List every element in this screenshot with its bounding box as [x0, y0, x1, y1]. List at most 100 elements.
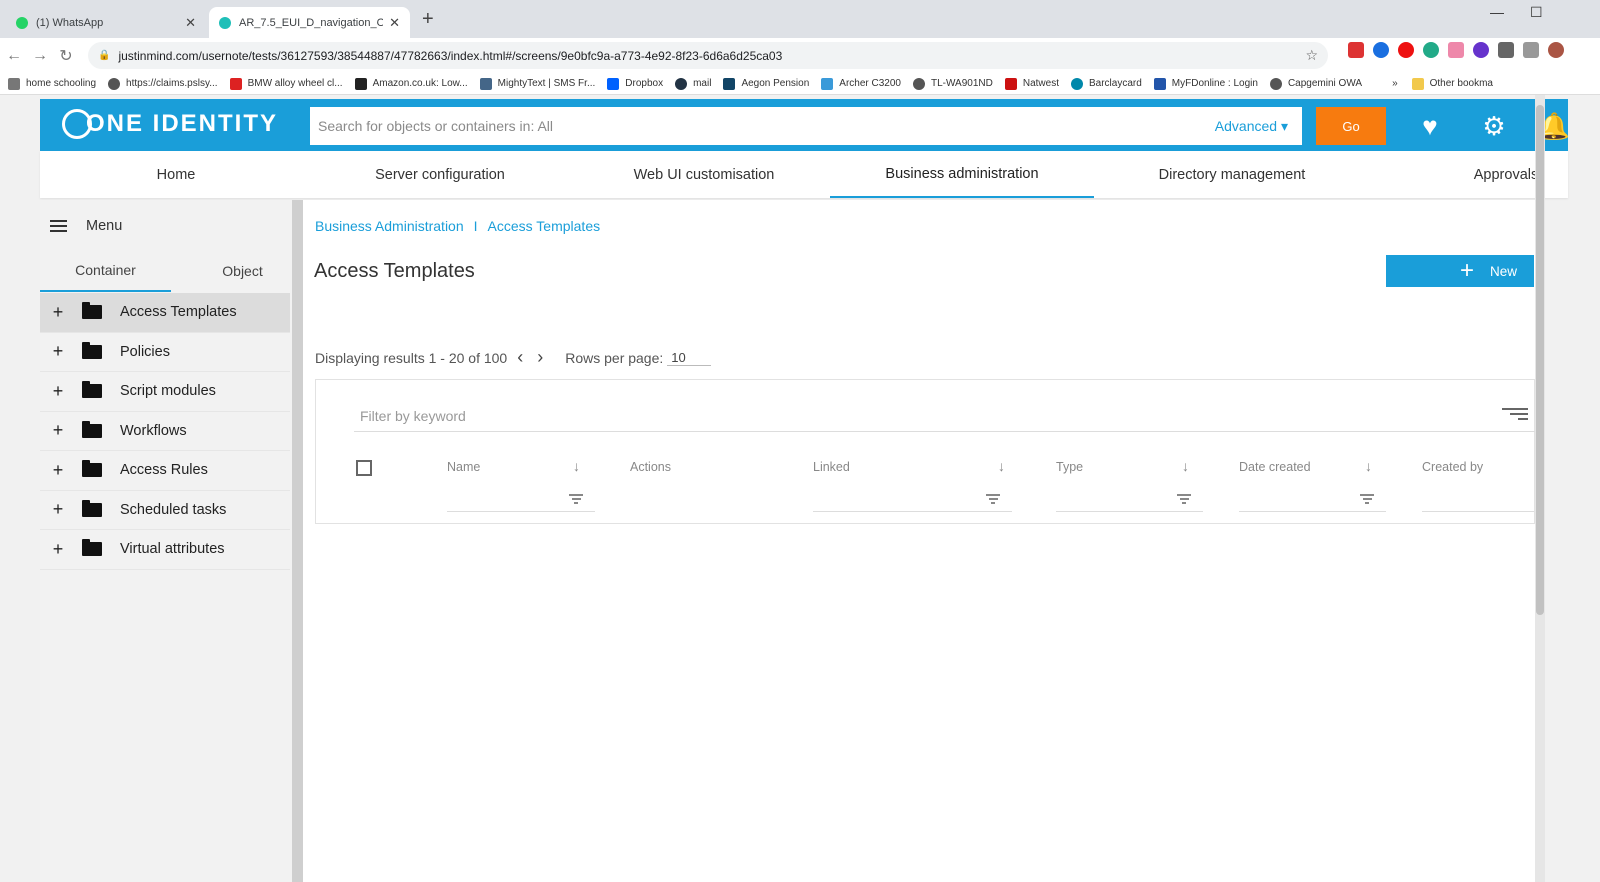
- puzzle-icon[interactable]: [1498, 42, 1514, 58]
- close-icon[interactable]: ✕: [389, 15, 400, 31]
- bookmark[interactable]: TL-WA901ND: [912, 77, 993, 90]
- maximize-icon[interactable]: ☐: [1530, 4, 1543, 21]
- column-actions[interactable]: Actions: [630, 460, 671, 474]
- filter-settings-icon[interactable]: [1502, 408, 1528, 422]
- bookmark[interactable]: Barclaycard: [1070, 77, 1142, 90]
- new-button[interactable]: + New: [1386, 255, 1534, 287]
- gear-icon[interactable]: ⚙: [1462, 107, 1526, 145]
- rows-per-page-select[interactable]: 10: [667, 350, 712, 366]
- avatar[interactable]: [1548, 42, 1564, 58]
- nav-business-administration[interactable]: Business administration: [830, 151, 1094, 198]
- sort-arrow-icon[interactable]: ↓: [573, 458, 580, 474]
- menu-toggle[interactable]: Menu: [50, 218, 122, 234]
- apps-grid-icon[interactable]: [1448, 42, 1464, 58]
- keyword-filter-input[interactable]: Filter by keyword: [354, 400, 1536, 432]
- tab-justinmind[interactable]: AR_7.5_EUI_D_navigation_Option ✕: [209, 7, 410, 38]
- bookmark[interactable]: MightyText | SMS Fr...: [479, 77, 595, 90]
- tree-item-label: Script modules: [120, 383, 216, 400]
- whatsapp-icon: [16, 16, 28, 29]
- column-filter-date-created[interactable]: [1239, 494, 1386, 512]
- bookmark[interactable]: mail: [675, 77, 711, 90]
- tab-object[interactable]: Object: [180, 250, 305, 292]
- expand-icon[interactable]: +: [40, 341, 76, 362]
- column-type[interactable]: Type: [1056, 460, 1083, 474]
- sort-arrow-icon[interactable]: ↓: [1182, 458, 1189, 474]
- content-scrollbar[interactable]: [1535, 95, 1545, 882]
- tree-item-policies[interactable]: + Policies: [40, 333, 290, 372]
- new-tab-button[interactable]: +: [422, 8, 434, 31]
- column-date-created[interactable]: Date created: [1239, 460, 1311, 474]
- expand-icon[interactable]: +: [40, 499, 76, 520]
- extension-icon[interactable]: [1423, 42, 1439, 58]
- cast-icon[interactable]: [1523, 42, 1539, 58]
- tree-item-virtual-attributes[interactable]: + Virtual attributes: [40, 530, 290, 570]
- bookmark[interactable]: Natwest: [1004, 77, 1059, 90]
- tab-whatsapp[interactable]: (1) WhatsApp ✕: [6, 7, 206, 38]
- tree-item-script-modules[interactable]: + Script modules: [40, 372, 290, 412]
- column-created-by[interactable]: Created by: [1422, 460, 1483, 474]
- bookmark[interactable]: https://claims.pslsy...: [108, 77, 218, 90]
- bookmark[interactable]: Capgemini OWA: [1269, 77, 1362, 90]
- expand-icon[interactable]: +: [40, 539, 76, 560]
- nav-home[interactable]: Home: [40, 151, 312, 198]
- tree-item-workflows[interactable]: + Workflows: [40, 412, 290, 451]
- bookmarks-overflow[interactable]: »: [1392, 78, 1398, 89]
- tab-container[interactable]: Container: [40, 250, 171, 292]
- bell-icon[interactable]: 🔔: [1522, 107, 1586, 145]
- address-bar[interactable]: 🔒 justinmind.com/usernote/tests/36127593…: [88, 42, 1328, 69]
- sort-arrow-icon[interactable]: ↓: [998, 458, 1005, 474]
- bookmark[interactable]: home schooling: [8, 77, 96, 90]
- logo[interactable]: ONE IDENTITY: [62, 109, 278, 139]
- tree-item-access-rules[interactable]: + Access Rules: [40, 451, 290, 491]
- expand-icon[interactable]: +: [40, 381, 76, 402]
- bookmark[interactable]: Dropbox: [607, 77, 663, 90]
- nav-directory-management[interactable]: Directory management: [1100, 151, 1364, 198]
- expand-icon[interactable]: +: [40, 302, 76, 323]
- extension-icon[interactable]: [1473, 42, 1489, 58]
- column-filter-name[interactable]: [447, 494, 595, 512]
- nav-approvals[interactable]: Approvals: [1450, 151, 1562, 198]
- bookmark[interactable]: Aegon Pension: [723, 77, 809, 90]
- tree-item-access-templates[interactable]: + Access Templates: [40, 293, 290, 333]
- close-icon[interactable]: ✕: [185, 15, 196, 31]
- select-all-checkbox[interactable]: [356, 460, 372, 476]
- chevron-right-icon[interactable]: ›: [537, 347, 543, 368]
- expand-icon[interactable]: +: [40, 460, 76, 481]
- scrollbar-thumb[interactable]: [1536, 105, 1544, 615]
- sidebar-scrollbar[interactable]: [292, 200, 303, 882]
- tab-title: AR_7.5_EUI_D_navigation_Option: [239, 16, 384, 29]
- other-bookmarks[interactable]: Other bookma: [1411, 77, 1493, 90]
- search-input[interactable]: Search for objects or containers in: All…: [310, 107, 1302, 145]
- tree-item-scheduled-tasks[interactable]: + Scheduled tasks: [40, 491, 290, 530]
- sort-arrow-icon[interactable]: ↓: [1365, 458, 1372, 474]
- column-filter-type[interactable]: [1056, 494, 1203, 512]
- chevron-left-icon[interactable]: ‹: [517, 347, 523, 368]
- breadcrumb-access-templates[interactable]: Access Templates: [488, 218, 601, 234]
- bookmark[interactable]: Amazon.co.uk: Low...: [354, 77, 468, 90]
- column-name[interactable]: Name: [447, 460, 480, 474]
- nav-web-ui-customisation[interactable]: Web UI customisation: [568, 151, 840, 198]
- chevron-down-icon: ▾: [1280, 117, 1288, 134]
- reload-icon[interactable]: ↻: [54, 46, 78, 66]
- extension-icon[interactable]: [1373, 42, 1389, 58]
- back-icon[interactable]: ←: [2, 47, 26, 65]
- star-icon[interactable]: ☆: [1305, 47, 1318, 64]
- bookmark-label: Amazon.co.uk: Low...: [372, 78, 468, 89]
- forward-icon[interactable]: →: [28, 47, 52, 65]
- go-button[interactable]: Go: [1316, 107, 1386, 145]
- nav-server-configuration[interactable]: Server configuration: [312, 151, 568, 198]
- column-filter-linked[interactable]: [813, 494, 1012, 512]
- bookmark[interactable]: Archer C3200: [821, 77, 901, 90]
- breadcrumb-business-administration[interactable]: Business Administration: [315, 218, 464, 234]
- column-filter-created-by[interactable]: [1422, 494, 1534, 512]
- heart-icon[interactable]: ♥: [1398, 107, 1462, 145]
- opera-icon[interactable]: [1398, 42, 1414, 58]
- bookmark[interactable]: MyFDonline : Login: [1153, 77, 1258, 90]
- minimize-icon[interactable]: —: [1490, 4, 1504, 20]
- expand-icon[interactable]: +: [40, 420, 76, 441]
- bookmark[interactable]: BMW alloy wheel cl...: [229, 77, 343, 90]
- bookmark-label: Other bookma: [1429, 78, 1493, 89]
- extension-icon[interactable]: [1348, 42, 1364, 58]
- column-linked[interactable]: Linked: [813, 460, 850, 474]
- advanced-search-dropdown[interactable]: Advanced ▾: [1215, 118, 1288, 135]
